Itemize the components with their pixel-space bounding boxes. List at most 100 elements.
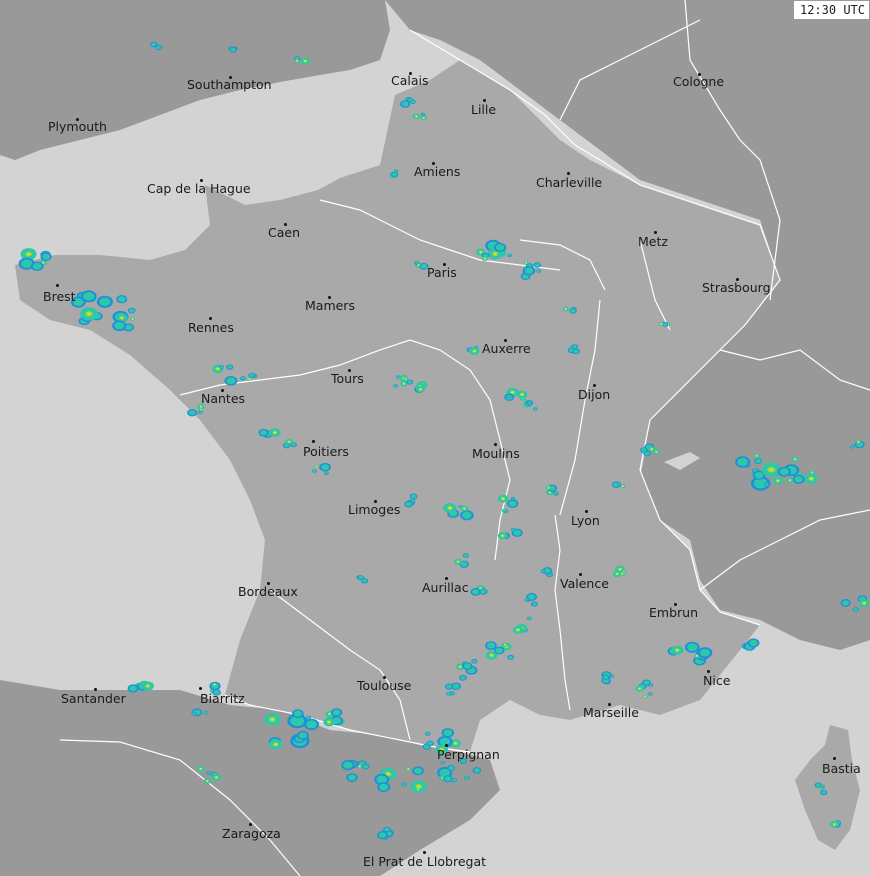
precip-cell (676, 649, 679, 652)
city-label: Tours (331, 371, 364, 386)
precip-cell (508, 655, 513, 660)
city-label: Strasbourg (702, 280, 771, 295)
precip-cell (190, 411, 195, 415)
precip-cell (641, 448, 647, 452)
precip-cell (75, 299, 82, 305)
precip-cell (325, 472, 328, 475)
precip-cell (495, 244, 505, 251)
precip-cell (419, 388, 422, 391)
precip-cell (521, 393, 524, 396)
precip-cell (528, 617, 531, 620)
precip-cell (120, 316, 123, 319)
precip-cell (417, 264, 420, 267)
precip-cell (644, 695, 647, 698)
precip-cell (486, 642, 496, 649)
precip-cell (457, 560, 459, 563)
precip-cell (508, 500, 517, 507)
precip-cell (454, 742, 457, 745)
precip-cell (114, 322, 125, 330)
precip-cell (387, 773, 390, 776)
precip-cell (638, 687, 641, 690)
precip-cell (511, 528, 516, 531)
precip-cell (542, 570, 545, 573)
precip-cell (494, 252, 497, 255)
city-label: Marseille (583, 705, 639, 720)
precip-cell (146, 685, 149, 687)
precip-cell (42, 261, 45, 264)
precip-cell (213, 683, 216, 686)
city-label: Toulouse (357, 678, 412, 693)
precip-cell (417, 788, 419, 791)
city-label: El Prat de Llobregat (363, 854, 487, 869)
precip-cell (207, 772, 210, 774)
precip-cell (789, 479, 791, 482)
precip-cell (490, 654, 493, 657)
precip-cell (126, 325, 131, 329)
precip-cell (288, 440, 291, 443)
precip-cell (821, 790, 827, 795)
precip-cell (312, 469, 317, 473)
city-label: Nantes (201, 391, 246, 406)
precip-cell (226, 377, 236, 385)
precip-cell (537, 269, 541, 273)
city-label: Charleville (536, 175, 603, 190)
precip-cell (328, 712, 331, 715)
precip-cell (863, 602, 866, 605)
precip-cell (495, 647, 504, 654)
precip-cell (295, 711, 301, 716)
precip-cell (643, 680, 650, 685)
precip-cell (192, 712, 195, 715)
precip-cell (619, 568, 622, 571)
precip-cell (473, 768, 480, 773)
precip-cell (199, 767, 202, 770)
city-label: Poitiers (303, 444, 349, 459)
precip-cell (504, 510, 508, 513)
precip-cell (401, 101, 409, 107)
precip-cell (248, 378, 251, 381)
precip-cell (358, 765, 361, 768)
precip-cell (655, 450, 658, 453)
precip-cell (511, 391, 514, 394)
precip-cell (384, 827, 390, 832)
precip-cell (216, 367, 219, 370)
city-label: Perpignan (437, 747, 500, 762)
precip-cell (810, 477, 813, 480)
precip-cell (794, 476, 803, 483)
precip-cell (271, 718, 274, 721)
precip-cell (463, 554, 468, 558)
precip-cell (131, 317, 134, 320)
precip-cell (781, 469, 787, 474)
precip-cell (618, 482, 620, 485)
city-label: Nice (703, 673, 731, 688)
precip-cell (851, 445, 855, 448)
precip-cell (645, 452, 649, 455)
precip-cell (842, 600, 850, 606)
city-label: Cap de la Hague (147, 181, 251, 196)
precip-cell (425, 732, 430, 736)
city-label: Rennes (188, 320, 234, 335)
precip-cell (101, 299, 109, 305)
city-label: Moulins (472, 446, 520, 461)
radar-map[interactable]: Calais Southampton Cologne Lille Plymouth Ami… (0, 0, 870, 876)
precip-cell (397, 376, 399, 378)
precip-cell (198, 410, 202, 414)
precip-cell (413, 767, 423, 775)
precip-cell (130, 309, 134, 312)
city-label: Embrun (649, 605, 698, 620)
precip-cell (461, 676, 465, 679)
precip-cell (231, 48, 235, 51)
precip-cell (535, 263, 539, 267)
city-label: Brest (43, 289, 76, 304)
city-dot (56, 284, 59, 287)
city-label: Southampton (187, 77, 272, 92)
precip-cell (794, 458, 797, 461)
city-dot (199, 687, 202, 690)
precip-cell (304, 60, 307, 62)
precip-cell (621, 572, 624, 575)
precip-cell (410, 494, 417, 499)
precip-cell (811, 471, 814, 474)
precip-cell (529, 402, 531, 405)
precip-cell (448, 507, 451, 509)
precip-cell (412, 500, 414, 503)
precip-cell (343, 761, 353, 769)
